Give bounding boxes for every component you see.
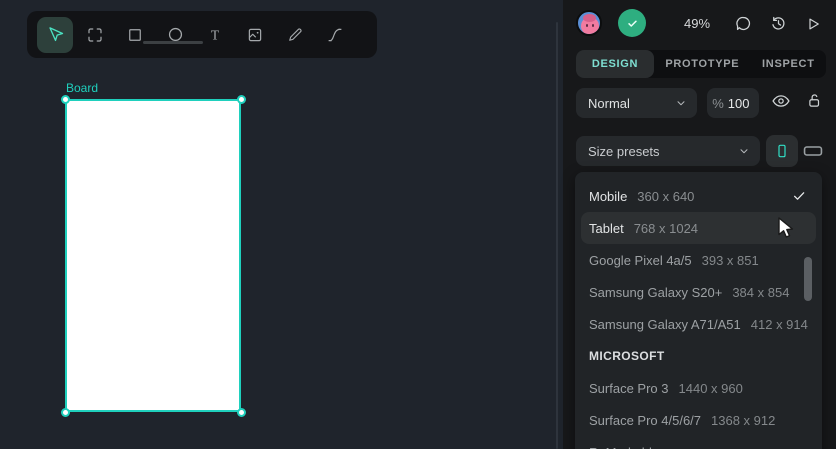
unlock-icon [805, 91, 823, 110]
menu-item-galaxy-s20[interactable]: Samsung Galaxy S20+ 384 x 854 [575, 276, 822, 308]
menu-item-remarkable[interactable]: ReMarkable [575, 436, 822, 449]
resize-handle-bottom-right[interactable] [236, 407, 246, 417]
menu-item-surface-pro-4567[interactable]: Surface Pro 4/5/6/7 1368 x 912 [575, 404, 822, 436]
pencil-tool-button[interactable] [277, 17, 313, 53]
rectangle-tool-button[interactable] [117, 17, 153, 53]
resize-handle-top-right[interactable] [236, 94, 246, 104]
chevron-down-icon [738, 145, 750, 157]
comment-bubble-icon [734, 14, 753, 33]
rectangle-icon [126, 26, 144, 44]
history-button[interactable] [769, 14, 788, 33]
panel-tabs: DESIGN PROTOTYPE INSPECT [576, 50, 826, 78]
menu-scrollbar-thumb[interactable] [804, 257, 812, 301]
board-tool-button[interactable] [77, 17, 113, 53]
phone-landscape-icon [802, 143, 824, 159]
board-name-label[interactable]: Board [66, 81, 98, 95]
app-window: T Board 49% DESIGN PROTOTYPE INSPECT Nor… [0, 0, 836, 449]
cursor-icon [45, 25, 65, 45]
toolbar: T [27, 11, 377, 58]
chevron-down-icon [675, 97, 687, 109]
board[interactable] [65, 99, 241, 412]
lock-toggle[interactable] [805, 91, 823, 110]
svg-text:T: T [211, 27, 220, 42]
comments-button[interactable] [734, 14, 753, 33]
frame-icon [86, 26, 104, 44]
toolbar-drag-handle[interactable] [143, 41, 203, 44]
saved-indicator [618, 9, 646, 37]
size-presets-menu: Mobile 360 x 640 Tablet 768 x 1024 Googl… [575, 172, 822, 449]
resize-handle-top-left[interactable] [60, 94, 70, 104]
avatar-hair [583, 14, 596, 22]
menu-item-google-pixel[interactable]: Google Pixel 4a/5 393 x 851 [575, 244, 822, 276]
move-tool-button[interactable] [37, 16, 73, 53]
tab-design[interactable]: DESIGN [576, 50, 654, 78]
menu-item-surface-pro-3[interactable]: Surface Pro 3 1440 x 960 [575, 372, 822, 404]
menu-section-microsoft: MICROSOFT [589, 349, 665, 363]
menu-item-mobile[interactable]: Mobile 360 x 640 [575, 180, 822, 212]
text-icon: T [206, 26, 224, 44]
blend-mode-select[interactable]: Normal [576, 88, 697, 118]
opacity-field[interactable]: % [707, 88, 759, 118]
size-presets-label: Size presets [588, 143, 660, 159]
eye-icon [771, 93, 791, 109]
path-tool-button[interactable] [317, 17, 353, 53]
opacity-input[interactable] [727, 95, 754, 111]
blend-mode-value: Normal [588, 95, 630, 111]
mouse-cursor [777, 217, 796, 241]
percent-symbol: % [712, 95, 724, 111]
avatar[interactable] [576, 10, 602, 36]
play-icon [804, 15, 822, 33]
ellipse-tool-button[interactable] [157, 17, 193, 53]
tab-prototype[interactable]: PROTOTYPE [654, 50, 751, 78]
tab-inspect[interactable]: INSPECT [751, 50, 826, 78]
present-button[interactable] [804, 15, 822, 33]
pencil-icon [286, 26, 304, 44]
orientation-landscape-button[interactable] [800, 142, 826, 160]
orientation-portrait-button[interactable] [766, 135, 798, 167]
selected-check-icon [792, 189, 806, 203]
size-presets-select[interactable]: Size presets [576, 136, 760, 166]
history-clock-icon [769, 14, 788, 33]
resize-handle-bottom-left[interactable] [60, 407, 70, 417]
text-tool-button[interactable]: T [197, 17, 233, 53]
visibility-toggle[interactable] [771, 93, 791, 109]
zoom-level[interactable]: 49% [684, 16, 710, 31]
image-tool-button[interactable] [237, 17, 273, 53]
image-icon [246, 26, 264, 44]
phone-portrait-icon [774, 143, 790, 159]
check-icon [625, 16, 640, 31]
curve-icon [326, 26, 344, 44]
menu-item-galaxy-a71[interactable]: Samsung Galaxy A71/A51 412 x 914 [575, 308, 822, 340]
canvas-scrollbar[interactable] [556, 22, 558, 449]
